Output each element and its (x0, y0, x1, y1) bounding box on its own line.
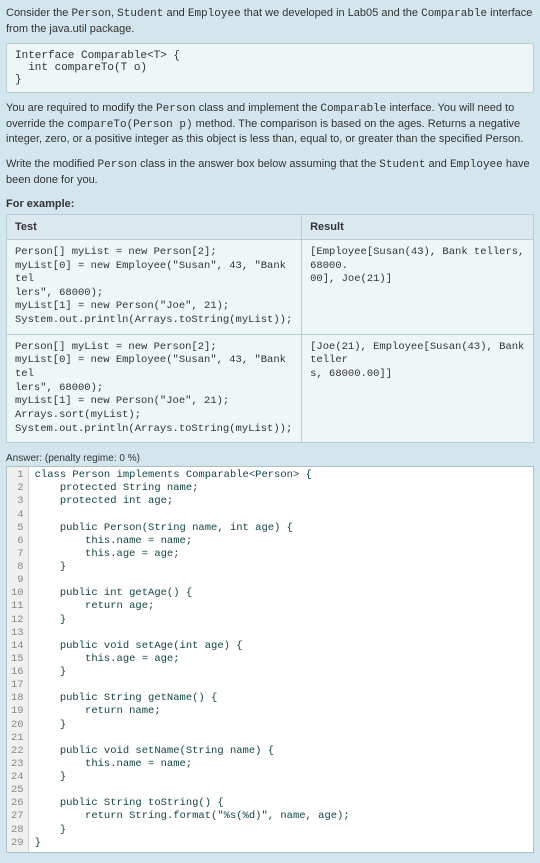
table-header-test: Test (7, 214, 302, 239)
answer-penalty-label: Answer: (penalty regime: 0 %) (6, 453, 534, 464)
requirement-paragraph: You are required to modify the Person cl… (6, 101, 534, 148)
code-person: Person (71, 8, 111, 20)
for-example-label: For example: (6, 198, 534, 210)
table-row: Person[] myList = new Person[2]; myList[… (7, 239, 534, 334)
code-editor[interactable]: 1 2 3 4 5 6 7 8 9 10 11 12 13 14 15 16 1… (6, 466, 534, 853)
test-cell: Person[] myList = new Person[2]; myList[… (7, 239, 302, 334)
table-header-result: Result (302, 214, 534, 239)
code-student: Student (117, 8, 163, 20)
result-cell: [Employee[Susan(43), Bank tellers, 68000… (302, 239, 534, 334)
example-table: Test Result Person[] myList = new Person… (6, 214, 534, 443)
test-cell: Person[] myList = new Person[2]; myList[… (7, 334, 302, 442)
result-cell: [Joe(21), Employee[Susan(43), Bank telle… (302, 334, 534, 442)
intro-text: Consider the (6, 7, 71, 19)
write-paragraph: Write the modified Person class in the a… (6, 157, 534, 188)
code-text-area[interactable]: class Person implements Comparable<Perso… (29, 467, 533, 852)
code-employee: Employee (188, 8, 241, 20)
code-comparable: Comparable (421, 8, 487, 20)
interface-code-block: Interface Comparable<T> { int compareTo(… (6, 43, 534, 93)
table-row: Person[] myList = new Person[2]; myList[… (7, 334, 534, 442)
intro-paragraph: Consider the Person, Student and Employe… (6, 6, 534, 37)
line-number-gutter: 1 2 3 4 5 6 7 8 9 10 11 12 13 14 15 16 1… (7, 467, 29, 852)
